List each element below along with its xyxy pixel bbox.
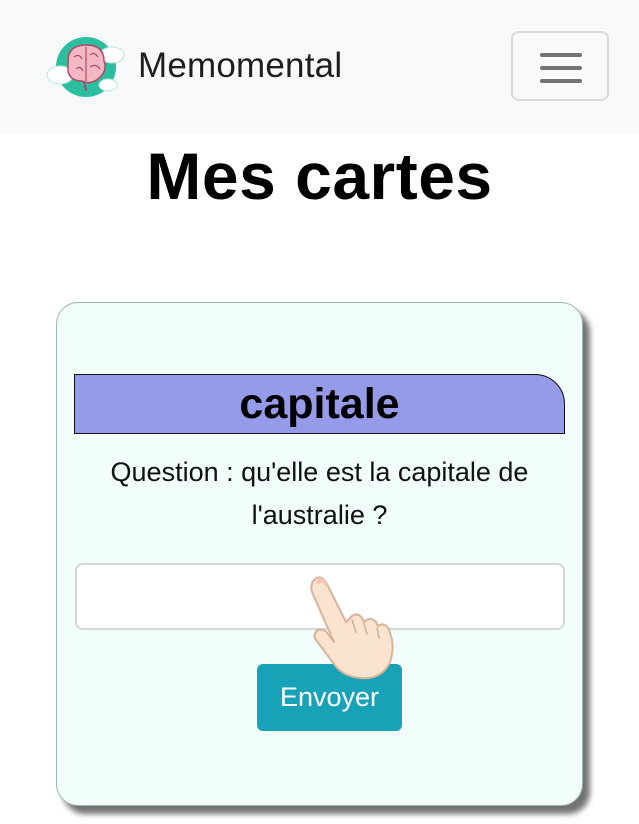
brand-link[interactable]: Memomental: [46, 30, 342, 102]
card-category-header: capitale: [74, 374, 565, 434]
page-title: Mes cartes: [146, 139, 493, 213]
card-question: Question : qu'elle est la capitale de l'…: [110, 457, 529, 530]
brand-name: Memomental: [138, 46, 343, 85]
pointing-hand-icon: [310, 576, 394, 680]
menu-toggle-button[interactable]: [511, 31, 609, 101]
navbar: Memomental: [0, 0, 639, 134]
brain-logo-icon: [46, 37, 125, 97]
flashcard: capitale Question : qu'elle est la capit…: [56, 302, 583, 806]
